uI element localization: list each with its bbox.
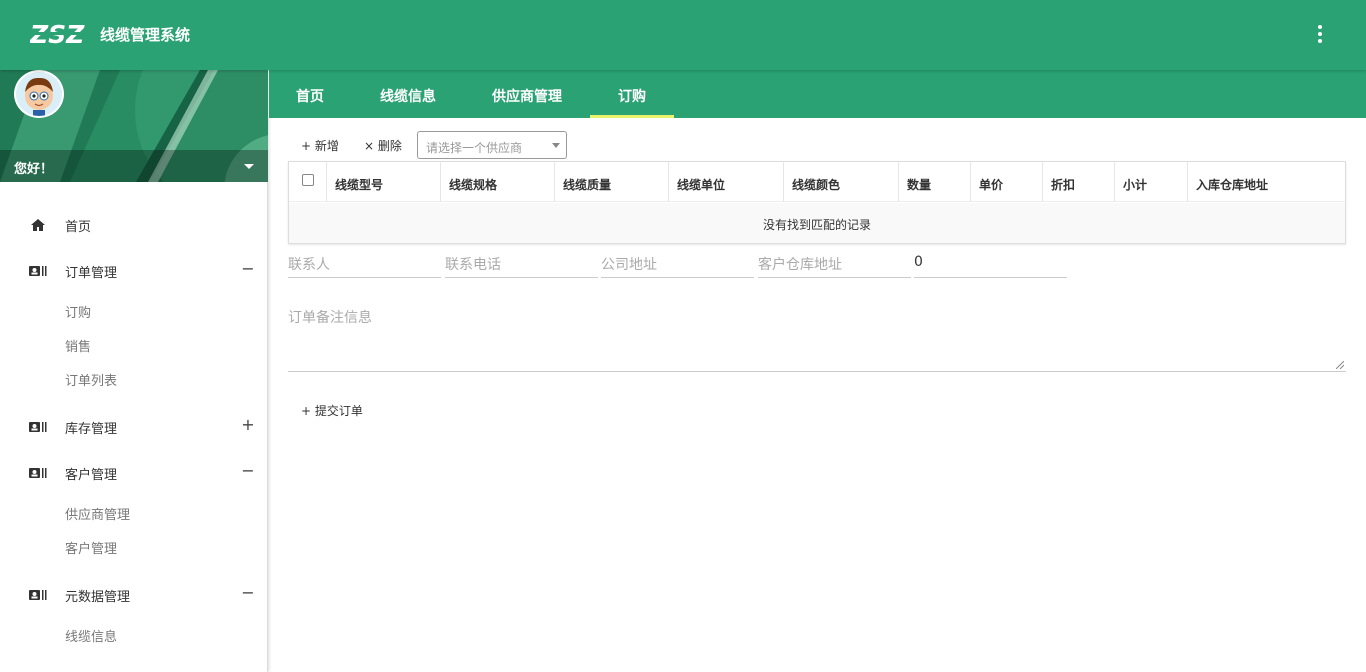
sidebar-item-home[interactable]: 首页: [0, 202, 268, 248]
collapse-icon[interactable]: −: [240, 259, 256, 278]
company-address-placeholder: 公司地址: [601, 257, 657, 273]
sidebar-nav: 首页 订单管理 − 订购 销售 订单列表 库存管理 + 客户管理 − 供应商管理…: [0, 202, 268, 652]
sidebar-subitem-label: 供应商管理: [65, 508, 131, 523]
tab-cable-info[interactable]: 线缆信息: [370, 70, 446, 118]
column-header[interactable]: 入库仓库地址: [1187, 162, 1345, 202]
sidebar-item-label: 库存管理: [65, 422, 118, 437]
sidebar-item-label: 元数据管理: [65, 590, 131, 605]
tab-purchase[interactable]: 订购: [590, 70, 674, 118]
app-title: 线缆管理系统: [100, 26, 191, 44]
total-field[interactable]: 0: [914, 248, 1067, 278]
column-header[interactable]: 线缆型号: [326, 162, 440, 202]
caret-down-icon: [552, 143, 560, 148]
warehouse-address-field[interactable]: 客户仓库地址: [758, 248, 911, 278]
sidebar-subitem-label: 线缆信息: [65, 630, 118, 645]
column-header[interactable]: 线缆质量: [554, 162, 668, 202]
select-all-cell: [289, 162, 326, 202]
submit-order-button[interactable]: + 提交订单: [301, 402, 363, 419]
phone-placeholder: 联系电话: [445, 257, 501, 273]
tab-home[interactable]: 首页: [281, 70, 339, 118]
column-header[interactable]: 折扣: [1042, 162, 1114, 202]
resize-handle-icon[interactable]: [1336, 361, 1344, 369]
sidebar-subitem-sales[interactable]: 销售: [0, 328, 268, 362]
sidebar-item-customer-management[interactable]: 客户管理 −: [0, 450, 268, 496]
contact-card-icon: [29, 422, 47, 432]
avatar[interactable]: [14, 70, 64, 118]
sidebar: 您好！ 首页 订单管理 − 订购 销售 订单列表 库存管理 + 客户管理 − 供…: [0, 70, 268, 672]
company-address-field[interactable]: 公司地址: [601, 248, 754, 278]
sidebar-subitem-label: 订购: [65, 306, 92, 321]
sidebar-item-order-management[interactable]: 订单管理 −: [0, 248, 268, 294]
add-button[interactable]: + 新增: [301, 137, 339, 154]
contact-card-icon: [29, 266, 47, 276]
column-header[interactable]: 单价: [970, 162, 1042, 202]
expand-icon[interactable]: +: [240, 415, 256, 434]
top-app-bar: ZSZ 线缆管理系统: [0, 0, 1366, 70]
sidebar-item-label: 首页: [65, 220, 92, 235]
sidebar-subitem-purchase[interactable]: 订购: [0, 294, 268, 328]
table-header: 线缆型号 线缆规格 线缆质量 线缆单位 线缆颜色 数量 单价 折扣 小计 入库仓…: [289, 162, 1345, 202]
greeting-bar: 您好！: [0, 150, 268, 182]
sidebar-subitem-customer-management[interactable]: 客户管理: [0, 530, 268, 564]
column-header[interactable]: 线缆规格: [440, 162, 554, 202]
tab-supplier-management[interactable]: 供应商管理: [482, 70, 572, 118]
more-vertical-icon[interactable]: [1312, 22, 1328, 48]
collapse-icon[interactable]: −: [240, 461, 256, 480]
profile-card: 您好！: [0, 70, 268, 182]
empty-table-message: 没有找到匹配的记录: [289, 203, 1345, 243]
sidebar-item-label: 客户管理: [65, 468, 118, 483]
zsz-logo: ZSZ: [30, 20, 90, 48]
supplier-select[interactable]: 请选择一个供应商: [417, 131, 567, 159]
sidebar-subitem-cable-info[interactable]: 线缆信息: [0, 618, 268, 652]
column-header[interactable]: 数量: [898, 162, 970, 202]
order-remark-textarea[interactable]: 订单备注信息: [288, 300, 1346, 372]
collapse-icon[interactable]: −: [240, 583, 256, 602]
home-icon: [31, 219, 45, 231]
sidebar-item-metadata-management[interactable]: 元数据管理 −: [0, 572, 268, 618]
sidebar-subitem-label: 客户管理: [65, 542, 118, 557]
sidebar-item-label: 订单管理: [65, 266, 118, 281]
sidebar-subitem-supplier-management[interactable]: 供应商管理: [0, 496, 268, 530]
contact-placeholder: 联系人: [288, 257, 330, 273]
greeting-text: 您好！: [14, 162, 54, 177]
order-items-table: 线缆型号 线缆规格 线缆质量 线缆单位 线缆颜色 数量 单价 折扣 小计 入库仓…: [288, 161, 1346, 244]
sidebar-subitem-label: 订单列表: [65, 374, 118, 389]
column-header[interactable]: 线缆单位: [668, 162, 783, 202]
supplier-select-placeholder: 请选择一个供应商: [426, 141, 523, 155]
order-remark-placeholder: 订单备注信息: [288, 310, 372, 326]
caret-down-icon[interactable]: [244, 164, 254, 169]
sidebar-item-stock-management[interactable]: 库存管理 +: [0, 404, 268, 450]
contact-card-icon: [29, 468, 47, 478]
sidebar-subitem-label: 销售: [65, 340, 92, 355]
column-header[interactable]: 线缆颜色: [783, 162, 898, 202]
delete-button[interactable]: × 删除: [364, 137, 402, 154]
warehouse-address-placeholder: 客户仓库地址: [758, 257, 842, 273]
sidebar-subitem-order-list[interactable]: 订单列表: [0, 362, 268, 396]
column-header[interactable]: 小计: [1114, 162, 1187, 202]
contact-field[interactable]: 联系人: [288, 248, 441, 278]
phone-field[interactable]: 联系电话: [445, 248, 598, 278]
contact-card-icon: [29, 590, 47, 600]
select-all-checkbox[interactable]: [302, 174, 314, 186]
tab-bar: 首页 线缆信息 供应商管理 订购: [269, 70, 1366, 118]
